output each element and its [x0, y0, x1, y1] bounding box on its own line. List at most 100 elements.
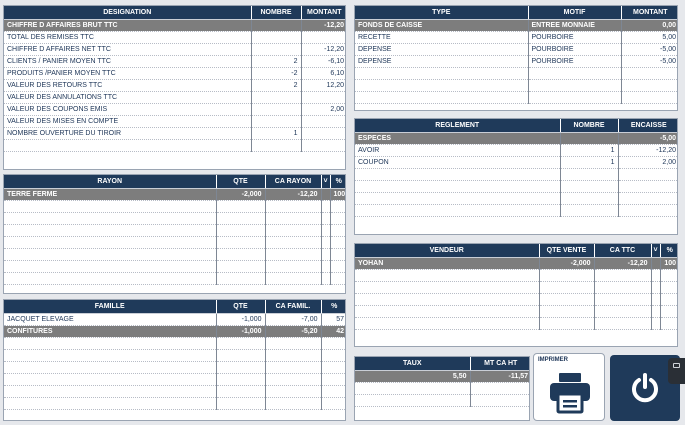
table-row[interactable] [4, 248, 345, 261]
table-row[interactable]: FONDS DE CAISSE ENTREE MONNAIE 0,00 [355, 19, 677, 32]
nombre-cell [251, 91, 302, 104]
col-qte: QTE [216, 300, 266, 314]
col-percent: % [321, 300, 345, 314]
montant-cell: -12,20 [301, 19, 345, 32]
table-row[interactable] [355, 204, 677, 217]
col-motif: MOTIF [528, 6, 622, 20]
table-row[interactable]: NOMBRE OUVERTURE DU TIROIR 1 [4, 127, 345, 140]
table-row[interactable]: 5,50 -11,57 [355, 370, 529, 383]
table-row[interactable] [355, 180, 677, 193]
ca-cell [265, 248, 322, 261]
ca-cell [265, 385, 322, 398]
table-row[interactable]: CHIFFRE D AFFAIRES BRUT TTC -12,20 [4, 19, 345, 32]
table-row[interactable]: PRODUITS /PANIER MOYEN TTC -2 6,10 [4, 67, 345, 80]
print-button[interactable]: IMPRIMER [533, 353, 605, 421]
table-row[interactable] [355, 317, 677, 330]
percent-cell [330, 260, 345, 273]
table-row[interactable] [355, 79, 677, 92]
ca-cell: -12,20 [265, 188, 322, 201]
table-row[interactable] [4, 385, 345, 398]
table-row[interactable] [355, 91, 677, 104]
reglement-cell [355, 204, 561, 217]
table-row[interactable]: AVOIR 1 -12,20 [355, 144, 677, 157]
table-row[interactable] [355, 382, 529, 395]
table-row[interactable] [4, 397, 345, 410]
table-row[interactable] [355, 192, 677, 205]
rayon-cell [4, 272, 217, 285]
qte-cell [216, 236, 266, 249]
table-row[interactable]: TOTAL DES REMISES TTC [4, 31, 345, 44]
montant-cell: -5,00 [621, 43, 677, 56]
table-row[interactable]: VALEUR DES MISES EN COMPTE [4, 115, 345, 128]
ca-cell [265, 236, 322, 249]
percent-cell [330, 272, 345, 285]
table-row[interactable] [355, 305, 677, 318]
col-ca-famil: CA FAMIL. [265, 300, 322, 314]
montant-cell: -12,20 [301, 43, 345, 56]
table-row[interactable] [4, 373, 345, 386]
table-row[interactable]: JACQUET ELEVAGE -1,000 -7,00 57 [4, 313, 345, 326]
table-row[interactable]: VALEUR DES RETOURS TTC 2 12,20 [4, 79, 345, 92]
table-row[interactable] [355, 168, 677, 181]
ca-cell: -5,20 [265, 325, 322, 338]
summary-panel: DESIGNATION NOMBRE MONTANT CHIFFRE D AFF… [3, 5, 346, 170]
montant-cell: 5,00 [621, 31, 677, 44]
type-cell: DEPENSE [355, 43, 529, 56]
table-row[interactable] [4, 236, 345, 249]
motif-cell [528, 67, 622, 80]
col-vendeur: VENDEUR [355, 244, 540, 258]
montant-cell: -6,10 [301, 55, 345, 68]
famille-header-row: FAMILLE QTE CA FAMIL. % [4, 300, 345, 314]
table-row[interactable] [4, 337, 345, 350]
table-row[interactable] [4, 212, 345, 225]
montant-cell: 6,10 [301, 67, 345, 80]
mt-ca-ht-cell [470, 382, 529, 395]
table-row[interactable] [4, 200, 345, 213]
table-row[interactable] [355, 67, 677, 80]
montant-cell: 2,00 [301, 103, 345, 116]
sort-cell [321, 236, 331, 249]
table-row[interactable]: CLIENTS / PANIER MOYEN TTC 2 -6,10 [4, 55, 345, 68]
table-row[interactable] [4, 260, 345, 273]
reglement-cell: AVOIR [355, 144, 561, 157]
table-row[interactable]: VALEUR DES ANNULATIONS TTC [4, 91, 345, 104]
qte-cell [216, 212, 266, 225]
sort-cell [321, 248, 331, 261]
table-row[interactable]: CHIFFRE D AFFAIRES NET TTC -12,20 [4, 43, 345, 56]
side-panel-tab[interactable] [668, 358, 685, 384]
table-row[interactable] [4, 139, 345, 152]
table-row[interactable] [4, 272, 345, 285]
table-row[interactable]: CONFITURES -1,000 -5,20 42 [4, 325, 345, 338]
table-row[interactable] [355, 281, 677, 294]
table-row[interactable]: YOHAN -2,000 -12,20 100 [355, 257, 677, 270]
rayon-header-row: RAYON QTE CA RAYON ˅ % [4, 175, 345, 189]
sort-indicator[interactable]: ˅ [321, 175, 331, 189]
mt-ca-ht-cell [470, 394, 529, 407]
table-row[interactable]: COUPON 1 2,00 [355, 156, 677, 169]
table-row[interactable] [355, 269, 677, 282]
table-row[interactable]: DEPENSE POURBOIRE -5,00 [355, 43, 677, 56]
table-row[interactable] [355, 394, 529, 407]
ca-cell [265, 397, 322, 410]
table-row[interactable] [4, 361, 345, 374]
table-row[interactable]: TERRE FERME -2,000 -12,20 100 [4, 188, 345, 201]
table-row[interactable]: DEPENSE POURBOIRE -5,00 [355, 55, 677, 68]
motif-cell [528, 91, 622, 104]
taux-cell [355, 394, 471, 407]
nombre-cell: 2 [251, 79, 302, 92]
table-row[interactable]: RECETTE POURBOIRE 5,00 [355, 31, 677, 44]
taux-header-row: TAUX MT CA HT [355, 357, 529, 371]
table-row[interactable]: VALEUR DES COUPONS EMIS 2,00 [4, 103, 345, 116]
nombre-cell [251, 31, 302, 44]
designation-cell: VALEUR DES MISES EN COMPTE [4, 115, 252, 128]
table-row[interactable] [355, 293, 677, 306]
ca-cell [265, 212, 322, 225]
famille-cell [4, 349, 217, 362]
sort-indicator[interactable]: ˅ [651, 244, 661, 258]
famille-cell: CONFITURES [4, 325, 217, 338]
col-montant: MONTANT [621, 6, 677, 20]
table-row[interactable] [4, 349, 345, 362]
ca-cell [594, 317, 652, 330]
table-row[interactable] [4, 224, 345, 237]
table-row[interactable]: ESPECES -5,00 [355, 132, 677, 145]
